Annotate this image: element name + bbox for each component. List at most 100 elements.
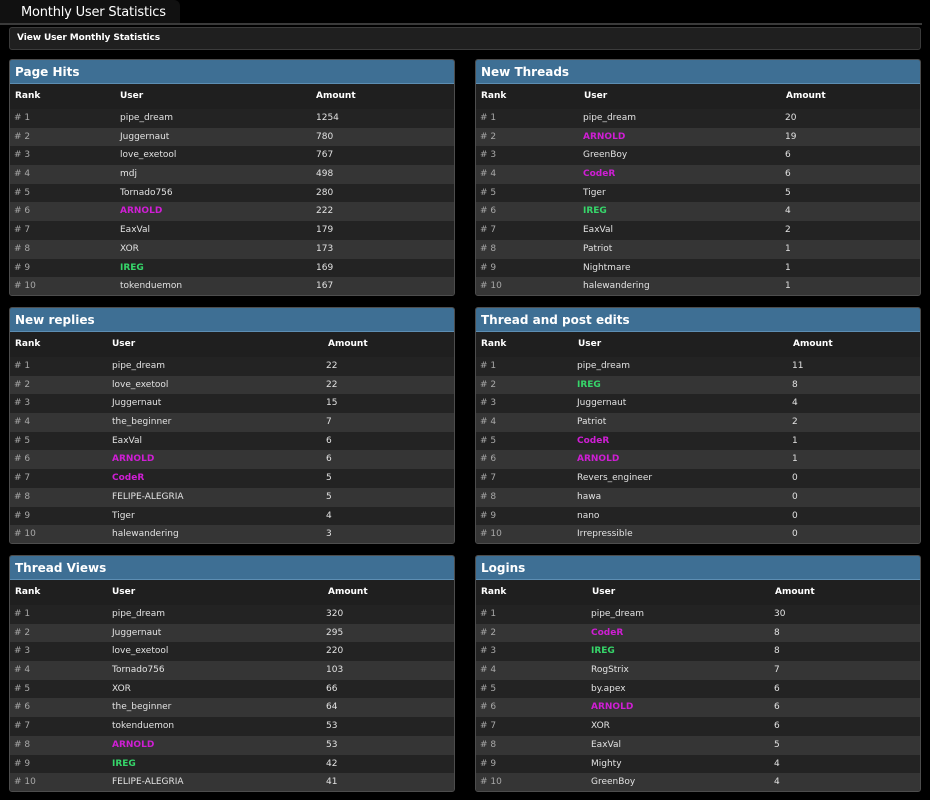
user-link[interactable]: pipe_dream [583,113,636,123]
user-link[interactable]: FELIPE-ALEGRIA [112,492,184,502]
user-link[interactable]: ARNOLD [577,454,619,464]
user-link[interactable]: love_exetool [112,380,168,390]
user-link[interactable]: XOR [120,244,139,254]
user-link[interactable]: the_beginner [112,702,171,712]
rank-cell: # 7 [480,225,497,236]
user-link[interactable]: ARNOLD [120,206,162,216]
user-link[interactable]: XOR [112,684,131,694]
user-link[interactable]: CodeR [577,436,609,446]
user-link[interactable]: GreenBoy [591,777,635,787]
table-row: # 4 mdj 498 [10,165,454,184]
user-link[interactable]: tokenduemon [120,281,182,291]
user-link[interactable]: CodeR [591,628,623,638]
user-link[interactable]: love_exetool [112,646,168,656]
table-row: # 8 ARNOLD 53 [10,735,454,755]
user-link[interactable]: EaxVal [120,225,150,235]
user-link[interactable]: Tornado756 [112,665,165,675]
panel-new-replies: New replies Rank User Amount # 1 pipe_dre… [9,307,455,544]
user-link[interactable]: GreenBoy [583,150,627,160]
rank-cell: # 4 [480,665,497,676]
user-link[interactable]: Juggernaut [112,628,161,638]
user-link[interactable]: Juggernaut [577,398,626,408]
user-link[interactable]: Tiger [583,188,606,198]
user-link[interactable]: pipe_dream [591,609,644,619]
user-link[interactable]: Tiger [112,511,135,521]
amount-cell: 6 [785,169,791,180]
user-link[interactable]: ARNOLD [112,454,154,464]
user-link[interactable]: Juggernaut [120,132,169,142]
user-link[interactable]: pipe_dream [120,113,173,123]
user-link[interactable]: FELIPE-ALEGRIA [112,777,184,787]
col-user: User [578,339,602,349]
table-row: # 10 Irrepressible 0 [476,525,920,543]
amount-cell: 4 [785,206,791,217]
rank-cell: # 1 [14,361,31,371]
amount-cell: 5 [326,473,332,484]
rank-cell: # 5 [14,187,31,198]
table-row: # 10 halewandering 3 [10,525,454,543]
user-link[interactable]: IREG [120,263,144,273]
user-link[interactable]: ARNOLD [583,132,625,142]
amount-cell: 42 [326,758,338,769]
user-link[interactable]: EaxVal [591,740,621,750]
user-link[interactable]: Irrepressible [577,529,633,539]
user-link[interactable]: Mighty [591,759,622,769]
table-row: # 1 pipe_dream 30 [476,605,920,624]
user-link[interactable]: Nightmare [583,263,631,273]
rank-cell: # 10 [14,777,36,788]
rank-cell: # 3 [14,646,31,657]
user-link[interactable]: halewandering [583,281,650,291]
user-link[interactable]: Patriot [577,417,606,427]
user-link[interactable]: halewandering [112,529,179,539]
user-link[interactable]: IREG [591,646,615,656]
user-link[interactable]: pipe_dream [112,361,165,371]
table-row: # 3 Juggernaut 4 [476,394,920,414]
rank-cell: # 8 [14,491,31,502]
user-link[interactable]: CodeR [583,169,615,179]
user-link[interactable]: hawa [577,492,601,502]
col-amount: Amount [328,587,368,597]
rank-cell: # 3 [14,398,31,409]
user-link[interactable]: XOR [591,721,610,731]
user-link[interactable]: by.apex [591,684,626,694]
user-link[interactable]: Juggernaut [112,398,161,408]
user-link[interactable]: ARNOLD [112,740,154,750]
user-link[interactable]: nano [577,511,599,521]
amount-cell: 2 [785,225,791,236]
amount-cell: 2 [792,417,798,428]
rank-cell: # 1 [480,113,497,123]
user-link[interactable]: mdj [120,169,137,179]
user-link[interactable]: IREG [112,759,136,769]
amount-cell: 4 [326,510,332,521]
user-link[interactable]: EaxVal [112,436,142,446]
rank-cell: # 4 [480,169,497,180]
user-link[interactable]: pipe_dream [112,609,165,619]
user-link[interactable]: Patriot [583,244,612,254]
column-headers: Rank User Amount [476,332,920,357]
user-link[interactable]: EaxVal [583,225,613,235]
user-link[interactable]: Revers_engineer [577,473,652,483]
user-link[interactable]: IREG [583,206,607,216]
user-link[interactable]: CodeR [112,473,144,483]
panel-thread-views: Thread Views Rank User Amount # 1 pipe_dr… [9,555,455,792]
user-link[interactable]: ARNOLD [591,702,633,712]
table-row: # 5 Tornado756 280 [10,183,454,203]
rank-cell: # 10 [14,529,36,540]
table-row: # 9 nano 0 [476,506,920,526]
user-link[interactable]: IREG [577,380,601,390]
user-link[interactable]: love_exetool [120,150,176,160]
user-link[interactable]: Tornado756 [120,188,173,198]
amount-cell: 22 [326,379,338,390]
table-row: # 9 Nightmare 1 [476,258,920,278]
table-row: # 8 EaxVal 5 [476,735,920,755]
view-monthly-statistics-link[interactable]: View User Monthly Statistics [17,33,160,43]
user-link[interactable]: pipe_dream [577,361,630,371]
user-link[interactable]: the_beginner [112,417,171,427]
amount-cell: 6 [774,721,780,732]
table-row: # 10 GreenBoy 4 [476,773,920,791]
table-row: # 7 EaxVal 179 [10,221,454,240]
table-row: # 1 pipe_dream 320 [10,605,454,624]
user-link[interactable]: RogStrix [591,665,629,675]
user-link[interactable]: tokenduemon [112,721,174,731]
panel-new-threads: New Threads Rank User Amount # 1 pipe_dre… [475,59,921,296]
